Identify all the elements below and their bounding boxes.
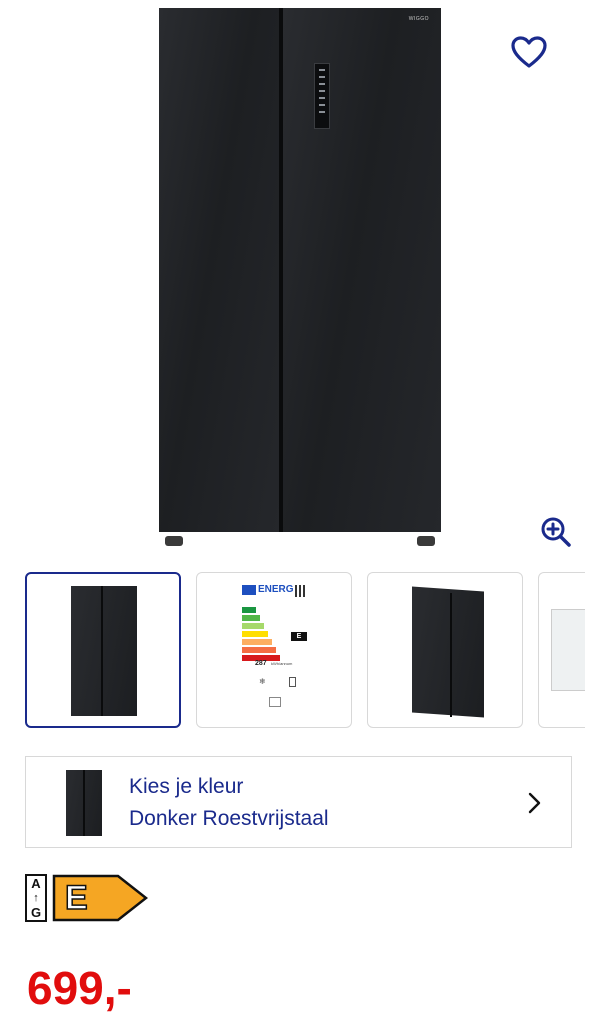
thumbnail-angle[interactable]: [367, 572, 523, 728]
energy-label-header: ENERG: [258, 584, 294, 595]
fridge-compartment-icon: [289, 677, 296, 687]
fridge-right-door: WIGGO: [283, 8, 441, 532]
energy-scale: A ↑ G: [25, 874, 47, 922]
fridge-foot: [417, 536, 435, 546]
energy-label-consumption: 287: [255, 660, 267, 667]
fridge-foot: [165, 536, 183, 546]
snowflake-icon: ❄: [259, 677, 266, 686]
zoom-in-icon[interactable]: [538, 514, 574, 550]
thumbnail-strip[interactable]: ENERG E 287 kWh/annum ❄: [0, 572, 585, 732]
heart-icon[interactable]: [508, 32, 550, 72]
chevron-right-icon[interactable]: [524, 790, 546, 816]
color-swatch-image: [66, 770, 102, 836]
control-panel: [314, 63, 330, 129]
fridge-interior-thumbnail: [551, 609, 585, 691]
fridge-thumbnail: [71, 586, 137, 716]
color-picker-value: Donker Roestvrijstaal: [129, 807, 329, 830]
thumbnail-front[interactable]: [25, 572, 181, 728]
color-picker[interactable]: Kies je kleur Donker Roestvrijstaal: [25, 756, 572, 848]
price: 699,-: [27, 962, 132, 1014]
noise-icon: [269, 697, 281, 707]
thumbnail-energy-label[interactable]: ENERG E 287 kWh/annum ❄: [196, 572, 352, 728]
energy-class: E: [64, 878, 88, 918]
color-picker-title: Kies je kleur: [129, 775, 244, 798]
energy-label-unit: kWh/annum: [271, 661, 293, 666]
fridge-image: WIGGO: [159, 8, 441, 546]
product-image[interactable]: WIGGO: [0, 0, 597, 560]
energy-class-badge[interactable]: A ↑ G E: [25, 874, 148, 924]
energy-label-image: ENERG E 287 kWh/annum ❄: [197, 573, 351, 727]
energy-scale-bottom: G: [30, 905, 42, 920]
fridge-angle-thumbnail: [412, 586, 484, 718]
fridge-left-door: [159, 8, 281, 532]
brand-mark: WIGGO: [408, 16, 429, 22]
energy-label-class: E: [291, 632, 307, 641]
thumbnail-interior[interactable]: [538, 572, 585, 728]
energy-scale-top: A: [31, 876, 41, 891]
arrow-up-icon: ↑: [33, 891, 39, 904]
